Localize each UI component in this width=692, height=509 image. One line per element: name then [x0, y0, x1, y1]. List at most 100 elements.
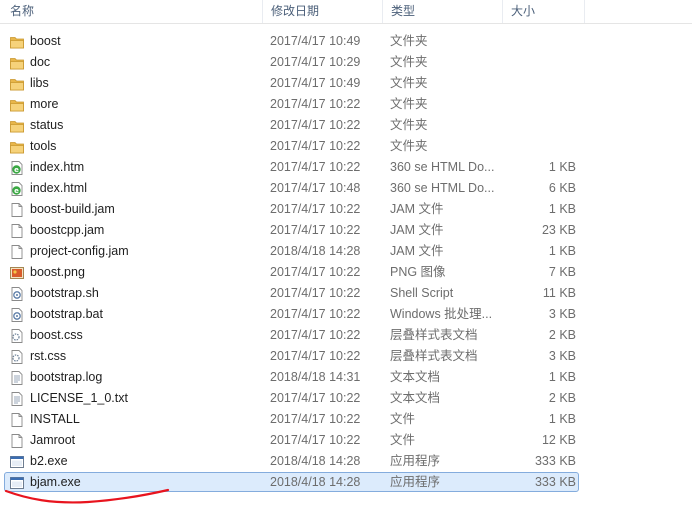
file-name: boost — [30, 34, 61, 48]
file-type: 360 se HTML Do... — [390, 181, 495, 195]
file-type: JAM 文件 — [390, 244, 444, 258]
file-row[interactable]: libs 2017/4/17 10:49 文件夹 — [0, 73, 692, 94]
column-header-name[interactable]: 名称 — [0, 0, 262, 23]
file-size: 12 KB — [541, 433, 576, 447]
file-list: boost 2017/4/17 10:49 文件夹 doc 2017/4/17 10:2… — [0, 31, 692, 493]
file-type: 文件夹 — [390, 76, 428, 90]
file-date: 2017/4/17 10:22 — [270, 307, 361, 321]
file-size: 1 KB — [548, 202, 576, 216]
column-header-type[interactable]: 类型 — [382, 0, 502, 23]
file-row[interactable]: more 2017/4/17 10:22 文件夹 — [0, 94, 692, 115]
css-file-icon — [9, 328, 25, 344]
file-date: 2017/4/17 10:22 — [270, 349, 361, 363]
exe-file-icon — [9, 475, 25, 491]
file-row[interactable]: boost.css 2017/4/17 10:22 层叠样式表文档 2 KB — [0, 325, 692, 346]
file-name: INSTALL — [30, 412, 80, 426]
file-row[interactable]: bootstrap.log 2018/4/18 14:31 文本文档 1 KB — [0, 367, 692, 388]
file-row[interactable]: bjam.exe 2018/4/18 14:28 应用程序 333 KB — [0, 472, 692, 493]
file-icon — [9, 412, 25, 428]
file-type: PNG 图像 — [390, 265, 446, 279]
column-header-size[interactable]: 大小 — [502, 0, 584, 23]
file-row[interactable]: boost-build.jam 2017/4/17 10:22 JAM 文件 1 KB — [0, 199, 692, 220]
file-row[interactable]: rst.css 2017/4/17 10:22 层叠样式表文档 3 KB — [0, 346, 692, 367]
file-type: JAM 文件 — [390, 202, 444, 216]
file-size: 3 KB — [548, 349, 576, 363]
file-row[interactable]: e index.html 2017/4/17 10:48 360 se HTML Do… — [0, 178, 692, 199]
file-date: 2018/4/18 14:31 — [270, 370, 361, 384]
file-date: 2017/4/17 10:22 — [270, 202, 361, 216]
file-type: 层叠样式表文档 — [390, 328, 478, 342]
exe-file-icon — [9, 454, 25, 470]
file-date: 2017/4/17 10:22 — [270, 433, 361, 447]
file-size: 6 KB — [548, 181, 576, 195]
file-row[interactable]: boost 2017/4/17 10:49 文件夹 — [0, 31, 692, 52]
file-icon — [9, 433, 25, 449]
file-size: 2 KB — [548, 328, 576, 342]
file-type: 应用程序 — [390, 454, 441, 468]
file-icon — [9, 223, 25, 239]
file-row[interactable]: INSTALL 2017/4/17 10:22 文件 1 KB — [0, 409, 692, 430]
file-name: bjam.exe — [30, 475, 81, 489]
file-size: 2 KB — [548, 391, 576, 405]
file-type: 文件夹 — [390, 55, 428, 69]
file-type: JAM 文件 — [390, 223, 444, 237]
file-name: boost.css — [30, 328, 83, 342]
folder-icon — [9, 34, 25, 50]
file-name: index.html — [30, 181, 87, 195]
file-icon — [9, 244, 25, 260]
file-size: 7 KB — [548, 265, 576, 279]
file-type: 文件夹 — [390, 34, 428, 48]
file-row[interactable]: e index.htm 2017/4/17 10:22 360 se HTML Do.… — [0, 157, 692, 178]
file-date: 2017/4/17 10:22 — [270, 391, 361, 405]
file-date: 2018/4/18 14:28 — [270, 244, 361, 258]
file-type: 文件夹 — [390, 97, 428, 111]
file-date: 2017/4/17 10:22 — [270, 265, 361, 279]
script-file-icon — [9, 286, 25, 302]
file-row[interactable]: b2.exe 2018/4/18 14:28 应用程序 333 KB — [0, 451, 692, 472]
file-row[interactable]: status 2017/4/17 10:22 文件夹 — [0, 115, 692, 136]
column-header-end — [584, 0, 585, 23]
file-size: 333 KB — [534, 454, 576, 468]
file-row[interactable]: bootstrap.sh 2017/4/17 10:22 Shell Script 1… — [0, 283, 692, 304]
file-size: 333 KB — [534, 475, 576, 489]
svg-text:e: e — [14, 187, 19, 195]
file-name: project-config.jam — [30, 244, 129, 258]
file-name: more — [30, 97, 59, 111]
file-row[interactable]: tools 2017/4/17 10:22 文件夹 — [0, 136, 692, 157]
folder-icon — [9, 118, 25, 134]
file-row[interactable]: boostcpp.jam 2017/4/17 10:22 JAM 文件 23 KB — [0, 220, 692, 241]
file-name: boost.png — [30, 265, 85, 279]
file-row[interactable]: project-config.jam 2018/4/18 14:28 JAM 文件 1… — [0, 241, 692, 262]
folder-icon — [9, 139, 25, 155]
file-size: 1 KB — [548, 160, 576, 174]
file-name: libs — [30, 76, 49, 90]
file-name: boostcpp.jam — [30, 223, 105, 237]
file-name: boost-build.jam — [30, 202, 115, 216]
folder-icon — [9, 97, 25, 113]
file-date: 2017/4/17 10:22 — [270, 139, 361, 153]
image-file-icon — [9, 265, 25, 281]
file-date: 2017/4/17 10:49 — [270, 34, 361, 48]
file-row[interactable]: doc 2017/4/17 10:29 文件夹 — [0, 52, 692, 73]
file-name: status — [30, 118, 64, 132]
column-header-date[interactable]: 修改日期 — [262, 0, 382, 23]
file-name: doc — [30, 55, 51, 69]
file-date: 2017/4/17 10:22 — [270, 97, 361, 111]
css-file-icon — [9, 349, 25, 365]
file-name: bootstrap.log — [30, 370, 103, 384]
script-file-icon — [9, 307, 25, 323]
file-name: rst.css — [30, 349, 67, 363]
file-row[interactable]: Jamroot 2017/4/17 10:22 文件 12 KB — [0, 430, 692, 451]
file-row[interactable]: boost.png 2017/4/17 10:22 PNG 图像 7 KB — [0, 262, 692, 283]
file-date: 2017/4/17 10:22 — [270, 286, 361, 300]
html-file-icon: e — [9, 181, 25, 197]
file-name: index.htm — [30, 160, 85, 174]
file-row[interactable]: LICENSE_1_0.txt 2017/4/17 10:22 文本文档 2 KB — [0, 388, 692, 409]
file-name: b2.exe — [30, 454, 68, 468]
file-date: 2017/4/17 10:29 — [270, 55, 361, 69]
file-type: 文本文档 — [390, 391, 441, 405]
file-date: 2017/4/17 10:22 — [270, 160, 361, 174]
html-file-icon: e — [9, 160, 25, 176]
file-type: 文本文档 — [390, 370, 441, 384]
file-row[interactable]: bootstrap.bat 2017/4/17 10:22 Windows 批处理.… — [0, 304, 692, 325]
